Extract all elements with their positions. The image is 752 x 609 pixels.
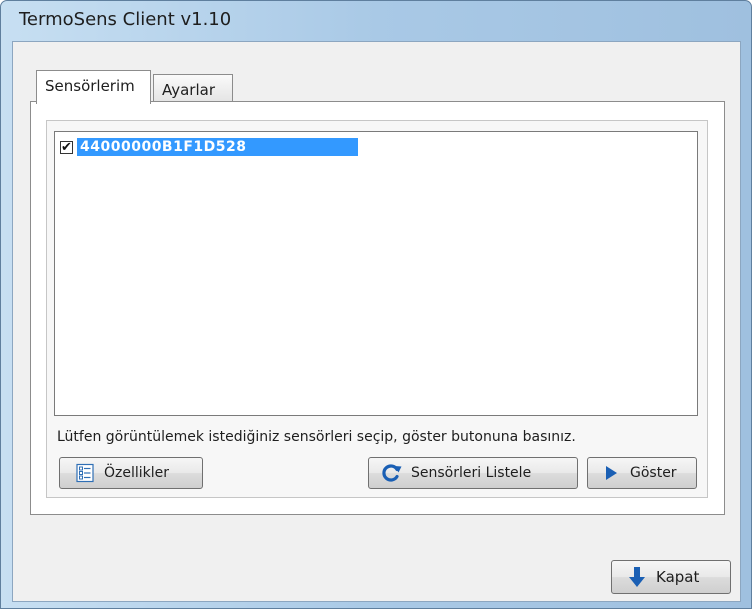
list-item[interactable]: ✔ 44000000B1F1D528: [60, 138, 358, 156]
tab-ayarlar[interactable]: Ayarlar: [153, 74, 233, 102]
list-sensors-button-label: Sensörleri Listele: [411, 465, 532, 481]
sensor-group-box: ✔ 44000000B1F1D528 Lütfen görüntülemek i…: [46, 120, 708, 498]
tab-sensorlerim[interactable]: Sensörlerim: [36, 70, 151, 104]
close-button[interactable]: Kapat: [611, 560, 731, 594]
down-arrow-icon: [626, 566, 648, 588]
close-button-label: Kapat: [656, 568, 700, 586]
instruction-text: Lütfen görüntülemek istediğiniz sensörle…: [57, 429, 576, 445]
show-button[interactable]: Göster: [587, 457, 697, 489]
sensor-id-label[interactable]: 44000000B1F1D528: [77, 138, 358, 156]
play-icon: [600, 462, 622, 484]
app-window: TermoSens Client v1.10 Sensörlerim Ayarl…: [0, 0, 752, 609]
properties-button-label: Özellikler: [104, 465, 170, 481]
list-sensors-button[interactable]: Sensörleri Listele: [368, 457, 578, 489]
refresh-icon: [381, 462, 403, 484]
checkmark-icon: ✔: [61, 139, 72, 155]
show-button-label: Göster: [630, 465, 677, 481]
properties-icon: [74, 462, 96, 484]
sensor-checkbox[interactable]: ✔: [60, 139, 73, 155]
dialog-client-area: Sensörlerim Ayarlar ✔ 44000000B1F1D528 L…: [12, 41, 741, 602]
properties-button[interactable]: Özellikler: [59, 457, 203, 489]
title-bar[interactable]: TermoSens Client v1.10: [1, 1, 751, 41]
window-title: TermoSens Client v1.10: [19, 9, 232, 30]
tab-panel-sensorlerim: ✔ 44000000B1F1D528 Lütfen görüntülemek i…: [30, 101, 725, 515]
sensor-listbox[interactable]: ✔ 44000000B1F1D528: [54, 131, 698, 416]
